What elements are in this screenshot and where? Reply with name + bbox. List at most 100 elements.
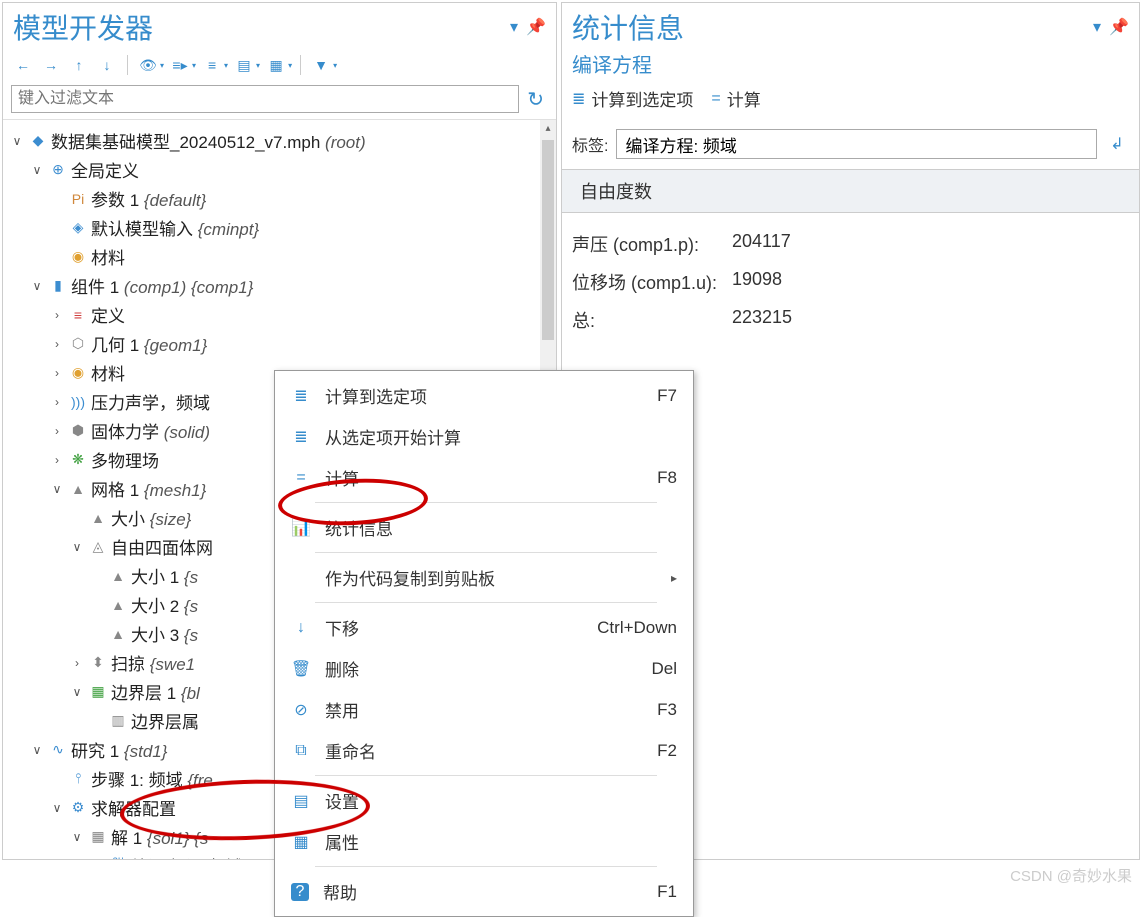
tree-label[interactable]: 固体力学 (solid) [91, 418, 210, 443]
scroll-thumb[interactable] [542, 140, 554, 340]
tree-label[interactable]: 编译方程: 频域 {st1} [131, 853, 281, 859]
subtitle: 编译方程 [562, 49, 1139, 82]
tree-label[interactable]: 全局定义 [71, 157, 139, 182]
menu-delete[interactable]: 🗑删除Del [275, 648, 693, 689]
tree-label[interactable]: 步骤 1: 频域 {fre [91, 766, 213, 791]
down-button[interactable]: ↓ [95, 53, 119, 77]
toggle-icon[interactable]: ∨ [69, 685, 85, 699]
menu-disable[interactable]: ⊘禁用F3 [275, 689, 693, 730]
toggle-icon[interactable]: ∨ [9, 134, 25, 148]
filter-input[interactable] [11, 85, 519, 113]
tree-label[interactable]: 参数 1 {default} [91, 186, 206, 211]
watermark: CSDN @奇妙水果 [1010, 865, 1132, 886]
menu-compute-from-selection[interactable]: ≣从选定项开始计算 [275, 416, 693, 457]
toggle-icon[interactable]: › [49, 453, 65, 467]
toolbar: ← → ↑ ↓ 👁▾ ≡▸▾ ≡▾ ▤▾ ▦▾ ▼▾ [3, 49, 556, 81]
toggle-icon[interactable]: ∨ [69, 830, 85, 844]
section-header: 自由度数 [562, 169, 1139, 213]
menu-compute[interactable]: =计算F8 [275, 457, 693, 498]
separator [127, 55, 128, 75]
menu-settings[interactable]: ▤设置 [275, 780, 693, 821]
caret-icon: ▾ [333, 61, 337, 70]
size-icon: ▲ [109, 625, 127, 643]
multiphys-icon: ❋ [69, 451, 87, 469]
toggle-icon[interactable]: › [69, 656, 85, 670]
tree-label[interactable]: 解 1 {sol1} {s [111, 824, 208, 849]
tree-label[interactable]: 自由四面体网 [111, 534, 213, 559]
menu-statistics[interactable]: 📊统计信息 [275, 507, 693, 548]
menu-properties[interactable]: ▦属性 [275, 821, 693, 862]
menu-separator [315, 775, 657, 776]
acoustic-icon: ))) [69, 393, 87, 411]
pin-icon[interactable]: 📌 [526, 17, 546, 37]
compute-icon: = [711, 90, 720, 108]
tree-label[interactable]: 扫掠 {swe1 [111, 650, 195, 675]
dof-label: 总: [572, 307, 732, 333]
tree-label[interactable]: 多物理场 [91, 447, 159, 472]
tree-label[interactable]: 材料 [91, 244, 125, 269]
tree-label[interactable]: 求解器配置 [91, 795, 176, 820]
tree-label[interactable]: 边界层属 [131, 708, 199, 733]
tree-label[interactable]: 默认模型输入 {cminpt} [91, 215, 259, 240]
step-icon: ⫯ [69, 770, 87, 788]
back-button[interactable]: ← [11, 53, 35, 77]
tree-label[interactable]: 压力声学，频域 [91, 389, 210, 414]
tree-label[interactable]: 网格 1 {mesh1} [91, 476, 206, 501]
scroll-up-icon[interactable]: ▴ [540, 120, 556, 138]
menu-separator [315, 552, 657, 553]
menu-compute-to-selection[interactable]: ≣计算到选定项F7 [275, 375, 693, 416]
tree-label[interactable]: 材料 [91, 360, 125, 385]
toggle-icon[interactable]: › [49, 337, 65, 351]
compile-icon: auat [109, 857, 127, 860]
toggle-icon[interactable]: ∨ [29, 743, 45, 757]
root-icon: ◆ [29, 132, 47, 150]
up-button[interactable]: ↑ [67, 53, 91, 77]
tree-label[interactable]: 大小 1 {s [131, 563, 198, 588]
dof-label: 位移场 (comp1.u): [572, 269, 732, 295]
toggle-icon[interactable]: ∨ [49, 482, 65, 496]
left-panel-header: 模型开发器 ▾ 📌 [3, 3, 556, 49]
size-icon: ▲ [109, 596, 127, 614]
tree-label[interactable]: 组件 1 (comp1) {comp1} [71, 273, 253, 298]
menu-copy-as-code[interactable]: 作为代码复制到剪贴板▸ [275, 557, 693, 598]
goto-icon[interactable]: ↲ [1105, 132, 1129, 156]
tree-label[interactable]: 定义 [91, 302, 125, 327]
toggle-icon[interactable]: › [49, 424, 65, 438]
show-button[interactable]: 👁 [136, 53, 160, 77]
trash-icon: 🗑 [291, 659, 311, 679]
list2-button[interactable]: ≡ [200, 53, 224, 77]
tree-label[interactable]: 大小 2 {s [131, 592, 198, 617]
toggle-icon[interactable]: ∨ [49, 801, 65, 815]
tree-label[interactable]: 大小 {size} [111, 505, 191, 530]
menu-rename[interactable]: ⧉重命名F2 [275, 730, 693, 771]
toggle-icon[interactable]: ∨ [69, 540, 85, 554]
disable-icon: ⊘ [291, 700, 311, 720]
tree-label[interactable]: 大小 3 {s [131, 621, 198, 646]
list4-button[interactable]: ▦ [264, 53, 288, 77]
forward-button[interactable]: → [39, 53, 63, 77]
list-button[interactable]: ≡▸ [168, 53, 192, 77]
tree-label[interactable]: 边界层 1 {bl [111, 679, 200, 704]
tree-label[interactable]: 研究 1 {std1} [71, 737, 167, 762]
menu-move-down[interactable]: ↓下移Ctrl+Down [275, 607, 693, 648]
list3-button[interactable]: ▤ [232, 53, 256, 77]
compute-button[interactable]: =计算 [711, 86, 760, 111]
pin-icon[interactable]: 📌 [1109, 17, 1129, 37]
filter-button[interactable]: ▼ [309, 53, 333, 77]
dropdown-icon[interactable]: ▾ [510, 17, 518, 37]
action-row: ≣计算到选定项 =计算 [562, 82, 1139, 119]
compute-to-selection-button[interactable]: ≣计算到选定项 [572, 86, 693, 111]
tree-label[interactable]: 几何 1 {geom1} [91, 331, 207, 356]
tree-label[interactable]: 数据集基础模型_20240512_v7.mph (root) [51, 128, 366, 153]
refresh-icon[interactable]: ↻ [523, 87, 548, 112]
dropdown-icon[interactable]: ▾ [1093, 17, 1101, 37]
toggle-icon[interactable]: › [49, 395, 65, 409]
toggle-icon[interactable]: ∨ [29, 163, 45, 177]
dof-row: 总:223215 [572, 301, 1129, 339]
down-icon: ↓ [291, 618, 311, 638]
menu-separator [315, 502, 657, 503]
label-input[interactable] [616, 129, 1097, 159]
toggle-icon[interactable]: › [49, 366, 65, 380]
toggle-icon[interactable]: › [49, 308, 65, 322]
toggle-icon[interactable]: ∨ [29, 279, 45, 293]
